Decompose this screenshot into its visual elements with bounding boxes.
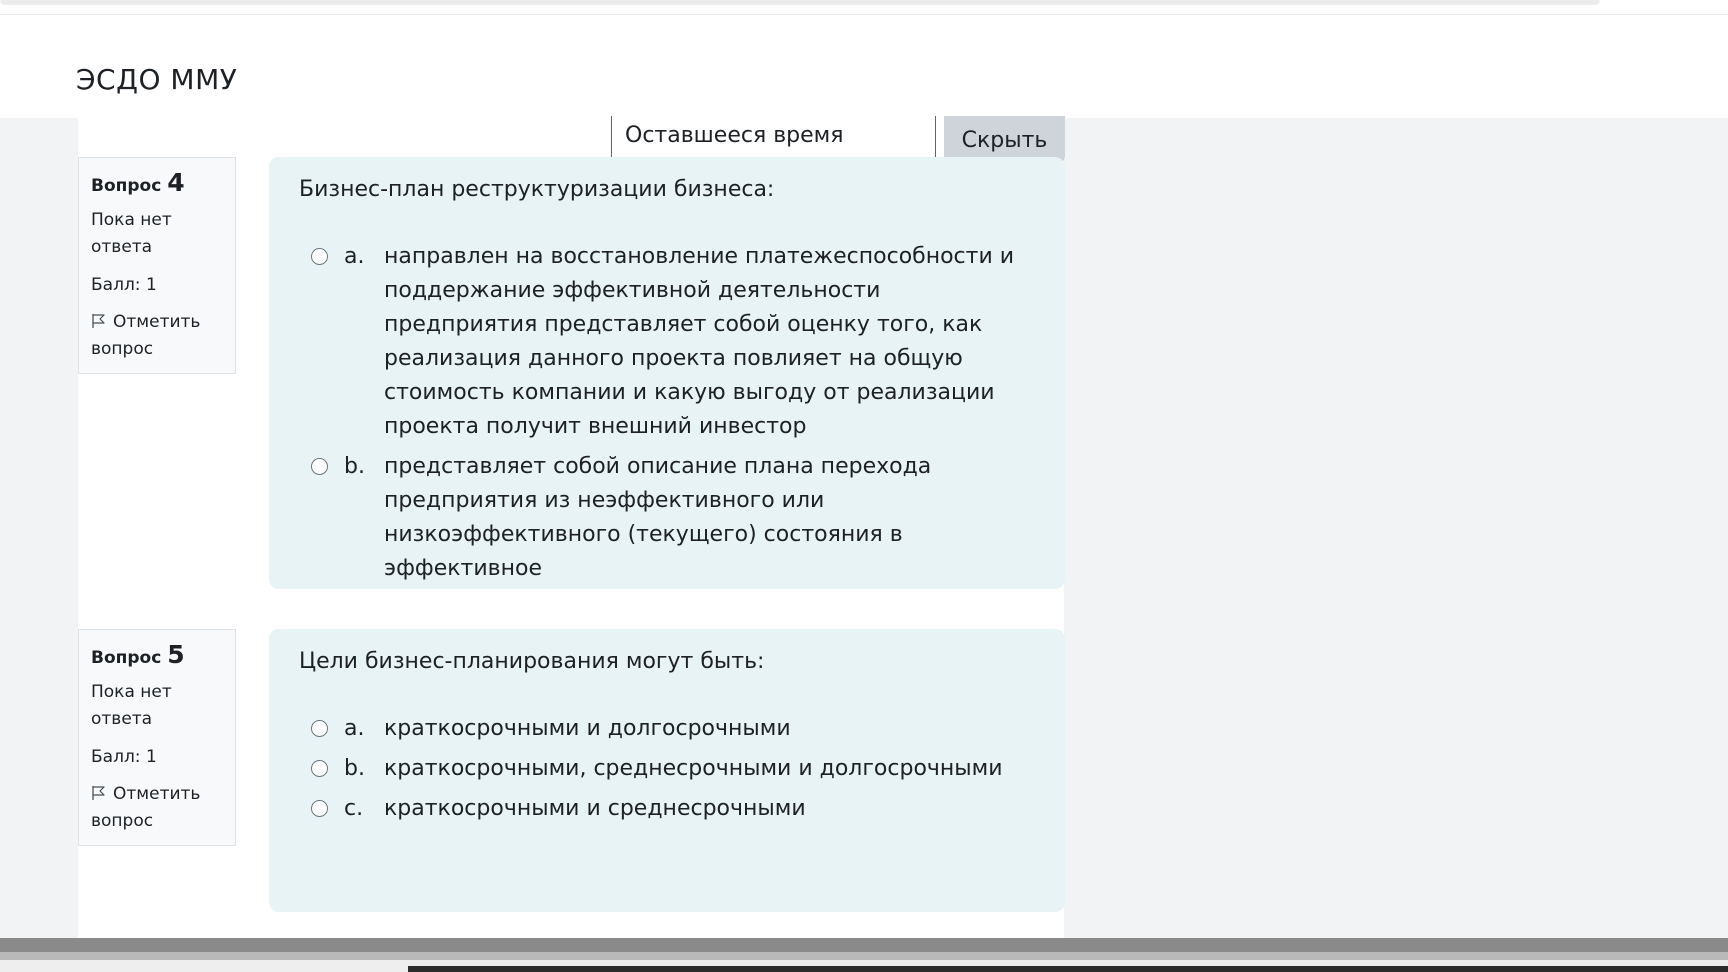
answer-radio[interactable] <box>311 458 328 475</box>
answer-label[interactable]: представляет собой описание плана перехо… <box>384 450 1035 586</box>
question-prefix: Вопрос <box>91 648 162 668</box>
flag-question-label: Отметить вопрос <box>91 312 201 359</box>
question-text: Цели бизнес-планирования могут быть: <box>299 649 765 674</box>
answer-letter: a. <box>344 244 365 269</box>
question-text: Бизнес-план реструктуризации бизнеса: <box>299 177 775 202</box>
site-title[interactable]: ЭСДО ММУ <box>76 63 237 96</box>
page-header: ЭСДО ММУ <box>0 15 1728 118</box>
question-number: 5 <box>167 640 185 669</box>
answer-label[interactable]: краткосрочными и среднесрочными <box>384 792 1035 826</box>
answer-label[interactable]: краткосрочными, среднесрочными и долгоср… <box>384 752 1035 786</box>
answer-radio[interactable] <box>311 760 328 777</box>
answer-label[interactable]: направлен на восстановление платежеспосо… <box>384 240 1035 444</box>
answer-letter: b. <box>344 454 365 479</box>
answer-letter: a. <box>344 716 365 741</box>
answer-letter: b. <box>344 756 365 781</box>
question-number-line: Вопрос 4 <box>91 168 223 197</box>
question-content-5: Цели бизнес-планирования могут быть: a. … <box>269 629 1065 912</box>
flag-question-label: Отметить вопрос <box>91 784 201 831</box>
answer-radio[interactable] <box>311 248 328 265</box>
flag-icon <box>92 314 105 328</box>
answer-radio[interactable] <box>311 720 328 737</box>
answer-option-c[interactable]: c. краткосрочными и среднесрочными <box>299 792 1035 826</box>
question-info-5: Вопрос 5 Пока нет ответа Балл: 1 Отметит… <box>78 629 236 846</box>
answer-option-b[interactable]: b. краткосрочными, среднесрочными и долг… <box>299 752 1035 786</box>
flag-question-button[interactable]: Отметить вопрос <box>91 309 223 363</box>
question-prefix: Вопрос <box>91 176 162 196</box>
answer-label[interactable]: краткосрочными и долгосрочными <box>384 712 1035 746</box>
answer-letter: c. <box>344 796 364 821</box>
taskbar-strip <box>408 966 1728 972</box>
bottom-bar-secondary <box>0 952 1728 960</box>
question-info-4: Вопрос 4 Пока нет ответа Балл: 1 Отметит… <box>78 157 236 374</box>
flag-question-button[interactable]: Отметить вопрос <box>91 781 223 835</box>
question-state: Пока нет ответа <box>91 682 172 729</box>
answer-option-b[interactable]: b. представляет собой описание плана пер… <box>299 450 1035 586</box>
answer-radio[interactable] <box>311 800 328 817</box>
bottom-bar <box>0 938 1728 952</box>
question-number: 4 <box>167 168 185 197</box>
question-grade: Балл: 1 <box>91 275 157 295</box>
question-grade: Балл: 1 <box>91 747 157 767</box>
answer-option-a[interactable]: a. краткосрочными и долгосрочными <box>299 712 1035 746</box>
top-strip <box>0 0 1600 5</box>
answer-option-a[interactable]: a. направлен на восстановление платежесп… <box>299 240 1035 444</box>
question-number-line: Вопрос 5 <box>91 640 223 669</box>
question-state: Пока нет ответа <box>91 210 172 257</box>
question-content-4: Бизнес-план реструктуризации бизнеса: a.… <box>269 157 1065 589</box>
flag-icon <box>92 786 105 800</box>
